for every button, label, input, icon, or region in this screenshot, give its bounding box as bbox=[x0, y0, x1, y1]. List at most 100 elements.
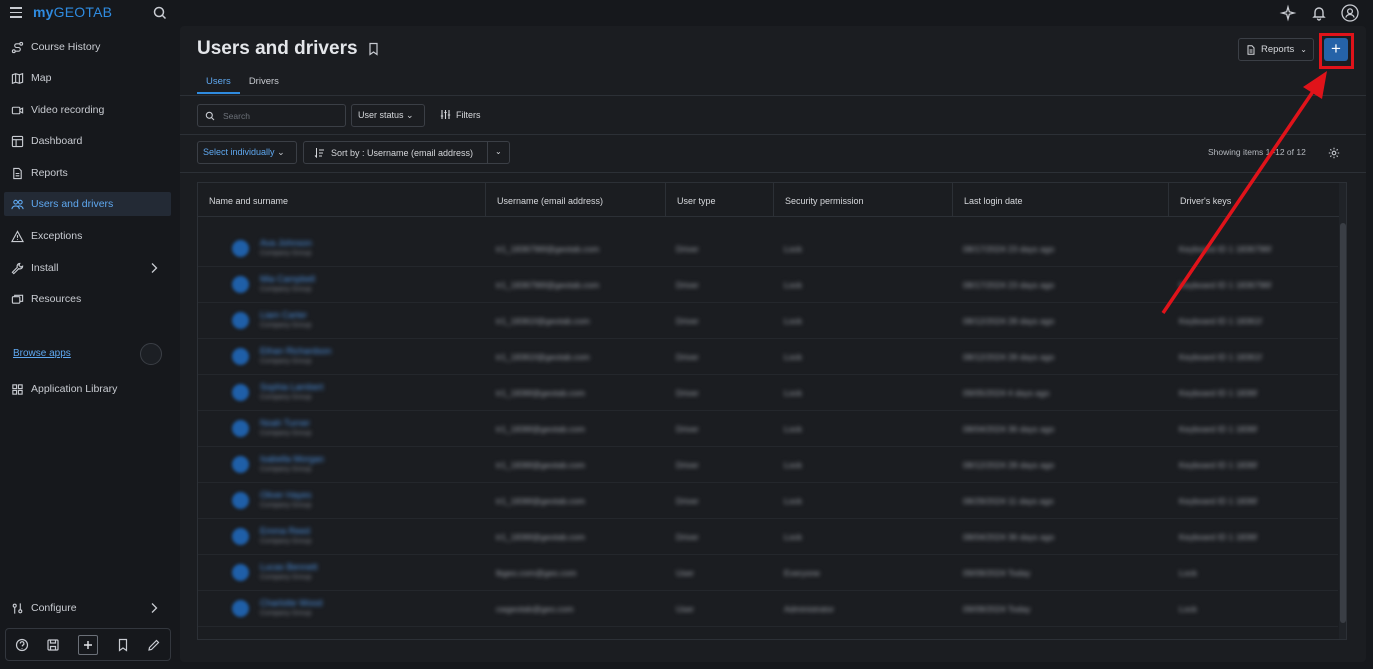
sidebar-item-course-history[interactable]: Course History bbox=[4, 35, 171, 59]
sort-by-dropdown[interactable]: Sort by : Username (email address) ⌄ bbox=[303, 141, 510, 164]
column-header-user-type[interactable]: User type bbox=[666, 183, 774, 217]
cell-perm: Lock bbox=[784, 496, 802, 506]
map-icon bbox=[11, 72, 24, 84]
video-icon bbox=[11, 106, 24, 114]
cell-keys: Keyboard ID 1 1836796f bbox=[1179, 280, 1272, 290]
logo[interactable]: myGEOTAB bbox=[33, 4, 112, 20]
sidebar-item-dashboard[interactable]: Dashboard bbox=[4, 129, 171, 153]
column-header-username[interactable]: Username (email address) bbox=[486, 183, 666, 217]
column-header-drivers-keys[interactable]: Driver's keys bbox=[1169, 183, 1339, 217]
divider bbox=[180, 134, 1366, 135]
table-row[interactable]: Emma Reed Company Group tr1_1836f@geotab.c… bbox=[198, 519, 1338, 555]
sidebar-item-reports[interactable]: Reports bbox=[4, 161, 171, 185]
chevron-down-icon: ⌄ bbox=[277, 147, 285, 157]
user-name-link[interactable]: Ava Johnson bbox=[260, 238, 312, 248]
cell-type: Driver bbox=[676, 532, 699, 542]
user-name-link[interactable]: Isabella Morgan bbox=[260, 454, 324, 464]
search-icon bbox=[205, 111, 215, 120]
cell-email: tr1_1836f@geotab.com bbox=[496, 388, 585, 398]
table-row[interactable]: Charlotte Wood Company Group cwgeotab@geo.… bbox=[198, 591, 1338, 627]
sidebar-item-video-recording[interactable]: Video recording bbox=[4, 98, 171, 122]
table-row[interactable]: Lucas Bennett Company Group lbgeo.com@geo.… bbox=[198, 555, 1338, 591]
column-header-name[interactable]: Name and surname bbox=[198, 183, 486, 217]
cell-keys: Lock bbox=[1179, 568, 1197, 578]
table-header: Name and surname Username (email address… bbox=[198, 183, 1346, 217]
cell-login: 08/12/2024 28 days ago bbox=[963, 352, 1055, 362]
app-window: myGEOTAB Course History Map Video record… bbox=[0, 0, 1373, 669]
table-row[interactable]: Mia Campbell Company Group tr1_1836796f@ge… bbox=[198, 267, 1338, 303]
cell-perm: Lock bbox=[784, 424, 802, 434]
browse-apps-toggle[interactable] bbox=[140, 343, 162, 365]
cell-email: tr1_18361f@geotab.com bbox=[496, 316, 590, 326]
avatar bbox=[232, 528, 249, 545]
table-row[interactable]: Ethan Richardson Company Group tr1_18361f@… bbox=[198, 339, 1338, 375]
user-name-link[interactable]: Emma Reed bbox=[260, 526, 310, 536]
bell-icon[interactable] bbox=[1310, 4, 1328, 22]
gear-icon[interactable] bbox=[1328, 146, 1340, 159]
table-row[interactable]: Liam Carter Company Group tr1_18361f@geota… bbox=[198, 303, 1338, 339]
user-group: Company Group bbox=[260, 358, 312, 365]
user-name-link[interactable]: Mia Campbell bbox=[260, 274, 315, 284]
tab-drivers[interactable]: Drivers bbox=[240, 72, 288, 94]
sidebar-item-install[interactable]: Install bbox=[4, 256, 171, 280]
sidebar-item-configure[interactable]: Configure bbox=[4, 596, 171, 620]
user-name-link[interactable]: Ethan Richardson bbox=[260, 346, 332, 356]
column-header-last-login[interactable]: Last login date bbox=[953, 183, 1169, 217]
table-row[interactable]: Ava Johnson Company Group tr1_1836796f@geo… bbox=[198, 231, 1338, 267]
table-row[interactable]: Oliver Hayes Company Group tr1_1836f@geota… bbox=[198, 483, 1338, 519]
sidebar-item-users-and-drivers[interactable]: Users and drivers bbox=[4, 192, 171, 216]
browse-apps-link[interactable]: Browse apps bbox=[13, 348, 71, 359]
cell-type: User bbox=[676, 604, 694, 614]
account-icon[interactable] bbox=[1341, 4, 1359, 22]
cell-email: tr1_1836796f@geotab.com bbox=[496, 244, 600, 254]
user-name-link[interactable]: Oliver Hayes bbox=[260, 490, 312, 500]
user-group: Company Group bbox=[260, 394, 312, 401]
column-header-security[interactable]: Security permission bbox=[774, 183, 953, 217]
cell-keys: Keyboard ID 1 1836f bbox=[1179, 388, 1257, 398]
scrollbar-thumb[interactable] bbox=[1340, 223, 1346, 623]
menu-icon[interactable] bbox=[10, 7, 22, 18]
cell-login: 09/09/2024 Today bbox=[963, 568, 1031, 578]
sidebar-item-exceptions[interactable]: Exceptions bbox=[4, 224, 171, 248]
search-input[interactable]: Search bbox=[197, 104, 346, 127]
table-row[interactable]: Isabella Morgan Company Group tr1_1836f@ge… bbox=[198, 447, 1338, 483]
cell-email: tr1_18361f@geotab.com bbox=[496, 352, 590, 362]
sparkle-icon[interactable] bbox=[1279, 4, 1297, 22]
pencil-icon[interactable] bbox=[147, 638, 161, 652]
sidebar-item-map[interactable]: Map bbox=[4, 66, 171, 90]
user-name-link[interactable]: Lucas Bennett bbox=[260, 562, 318, 572]
table-row[interactable]: Sophia Lambert Company Group tr1_1836f@geo… bbox=[198, 375, 1338, 411]
cell-type: Driver bbox=[676, 496, 699, 506]
user-status-dropdown[interactable]: User status ⌄ bbox=[351, 104, 425, 127]
save-icon[interactable] bbox=[46, 638, 60, 652]
reports-button[interactable]: Reports ⌄ bbox=[1238, 38, 1314, 61]
resources-icon bbox=[11, 294, 24, 304]
user-name-link[interactable]: Liam Carter bbox=[260, 310, 307, 320]
cell-perm: Administrator bbox=[784, 604, 835, 614]
add-icon[interactable] bbox=[77, 634, 98, 655]
sidebar-item-application-library[interactable]: Application Library bbox=[4, 377, 171, 401]
help-icon[interactable] bbox=[15, 638, 29, 652]
user-group: Company Group bbox=[260, 250, 312, 257]
user-group: Company Group bbox=[260, 538, 312, 545]
filters-button[interactable]: Filters bbox=[440, 109, 481, 120]
filter-icon bbox=[440, 110, 451, 119]
bookmark-icon[interactable] bbox=[367, 42, 380, 56]
table-row[interactable]: Noah Turner Company Group tr1_1836f@geotab… bbox=[198, 411, 1338, 447]
tab-users[interactable]: Users bbox=[197, 72, 240, 94]
user-name-link[interactable]: Sophia Lambert bbox=[260, 382, 324, 392]
cell-perm: Everyone bbox=[784, 568, 820, 578]
select-individually-dropdown[interactable]: Select individually ⌄ bbox=[197, 141, 297, 164]
table-scrollbar[interactable] bbox=[1339, 183, 1346, 639]
chevron-down-icon[interactable]: ⌄ bbox=[495, 147, 502, 156]
cell-perm: Lock bbox=[784, 388, 802, 398]
sidebar-item-resources[interactable]: Resources bbox=[4, 287, 171, 311]
search-icon[interactable] bbox=[151, 4, 169, 22]
configure-icon bbox=[12, 602, 23, 614]
user-name-link[interactable]: Charlotte Wood bbox=[260, 598, 322, 608]
cell-type: Driver bbox=[676, 280, 699, 290]
user-name-link[interactable]: Noah Turner bbox=[260, 418, 310, 428]
cell-email: tr1_1836f@geotab.com bbox=[496, 424, 585, 434]
bookmark-icon[interactable] bbox=[116, 638, 130, 652]
cell-keys: Keyboard ID 1 1836f bbox=[1179, 460, 1257, 470]
